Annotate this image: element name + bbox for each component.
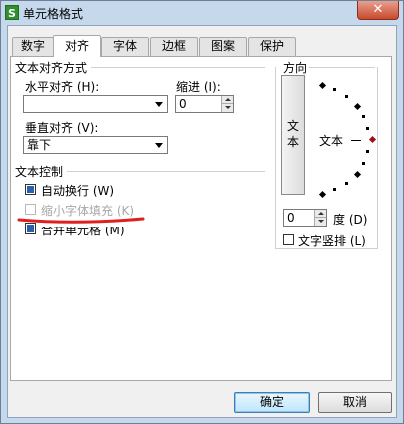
indent-stepper[interactable]: 0: [175, 95, 234, 113]
spin-down-icon[interactable]: [221, 104, 233, 112]
vertical-align-label: 垂直对齐 (V):: [25, 121, 99, 135]
text-control-heading: 文本控制: [15, 165, 64, 179]
dial-dot[interactable]: [366, 127, 369, 130]
horizontal-align-label: 水平对齐 (H):: [25, 80, 100, 94]
section-divider: [67, 171, 265, 172]
tab-font[interactable]: 字体: [101, 37, 149, 56]
window-title: 单元格格式: [23, 7, 84, 21]
spin-down-icon[interactable]: [314, 218, 326, 226]
spin-up-icon[interactable]: [314, 210, 326, 218]
dial-dot[interactable]: [345, 95, 348, 98]
tab-alignment[interactable]: 对齐: [53, 35, 101, 57]
vertical-align-select[interactable]: 靠下: [23, 136, 168, 154]
degrees-stepper[interactable]: 0: [283, 209, 327, 227]
dial-dot[interactable]: [366, 150, 369, 153]
dialog-body: 数字 对齐 字体 边框 图案 保护 文本对齐方式 水平对齐 (H): 缩进 (I…: [7, 25, 397, 418]
alignment-panel: 文本对齐方式 水平对齐 (H): 缩进 (I): 0 垂直对齐 (V): 靠下 …: [10, 56, 392, 381]
section-divider: [91, 67, 265, 68]
wrap-text-label: 自动换行 (W): [41, 184, 115, 198]
tab-protection[interactable]: 保护: [248, 37, 296, 56]
tab-pattern[interactable]: 图案: [199, 37, 247, 56]
cancel-button[interactable]: 取消: [318, 392, 392, 413]
orientation-preview-line: [351, 140, 361, 141]
dial-dot[interactable]: [333, 88, 336, 91]
format-cells-dialog: S 单元格格式 ✕ 数字 对齐 字体 边框 图案 保护 文本对齐方式 水平对齐 …: [0, 0, 404, 424]
wrap-text-checkbox[interactable]: [25, 184, 36, 195]
orientation-preview-text: 文本: [319, 134, 344, 148]
dial-dot[interactable]: [345, 182, 348, 185]
title-bar[interactable]: S 单元格格式 ✕: [1, 1, 403, 25]
app-icon: S: [5, 5, 19, 20]
ok-button[interactable]: 确定: [234, 392, 310, 413]
dial-dot[interactable]: [362, 115, 365, 118]
chevron-down-icon: [155, 143, 163, 148]
vertical-text-button[interactable]: 文 本: [281, 75, 305, 195]
red-underline-annotation: [17, 217, 145, 224]
chevron-down-icon: [155, 102, 163, 107]
tab-number[interactable]: 数字: [12, 37, 54, 56]
vertical-stack-label: 文字竖排 (L): [298, 234, 366, 248]
degrees-label: 度 (D): [333, 213, 368, 227]
close-button[interactable]: ✕: [357, 1, 399, 20]
spin-up-icon[interactable]: [221, 96, 233, 104]
orientation-group: 方向 文 本 文本 0 度 (D) 文字竖排 (L): [273, 57, 380, 249]
dial-dot[interactable]: [333, 188, 336, 191]
tab-border[interactable]: 边框: [150, 37, 198, 56]
vertical-stack-checkbox[interactable]: [283, 234, 294, 245]
horizontal-align-select[interactable]: [23, 95, 168, 113]
indent-label: 缩进 (I):: [176, 80, 221, 94]
text-alignment-heading: 文本对齐方式: [15, 61, 88, 75]
dial-dot[interactable]: [362, 162, 365, 165]
